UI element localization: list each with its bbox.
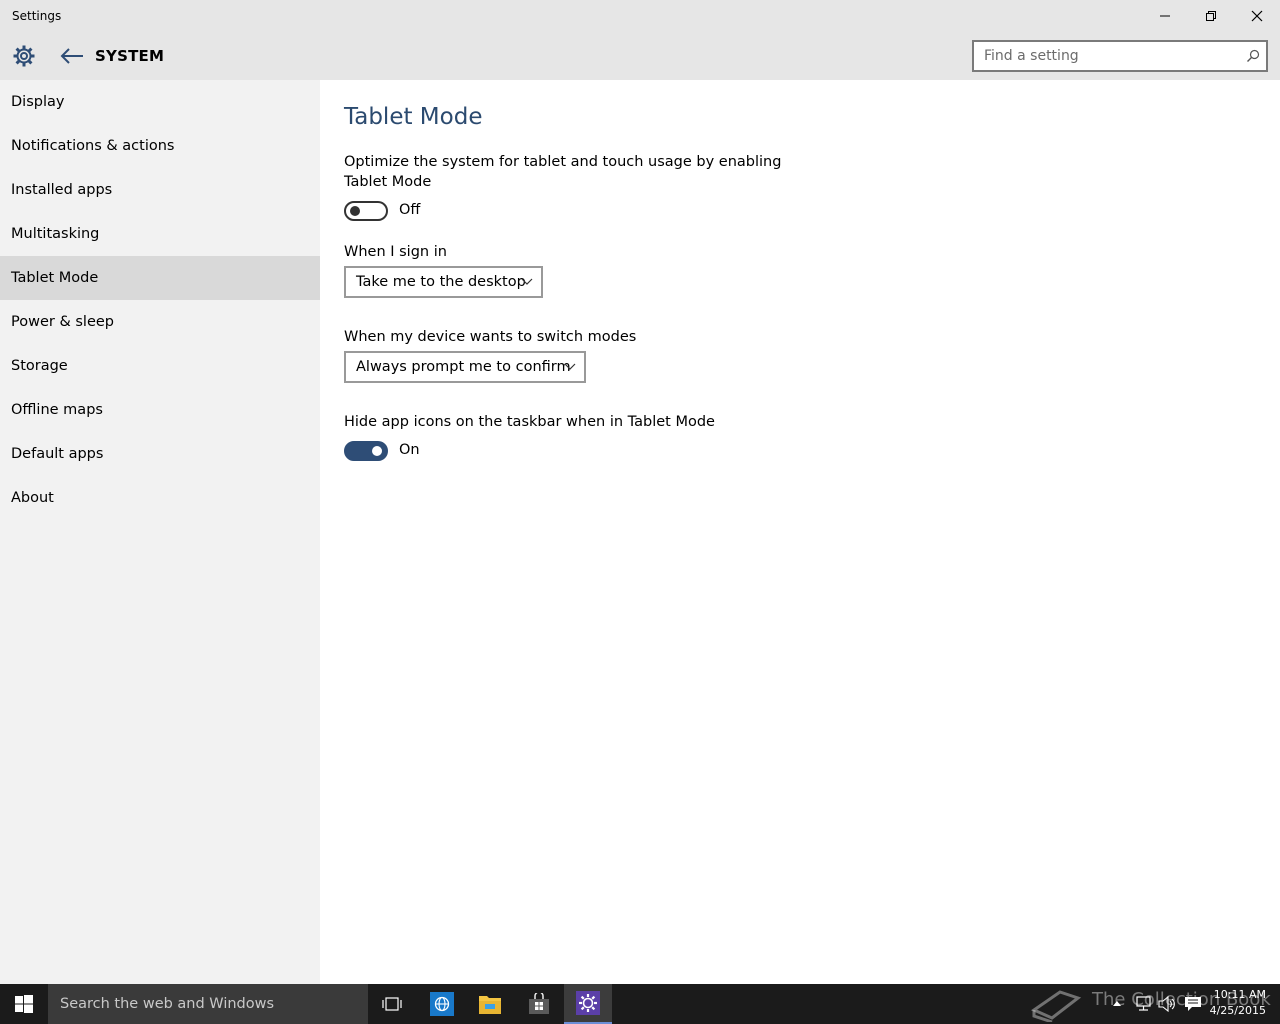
- back-arrow-icon: [60, 48, 83, 64]
- toggle-knob: [372, 446, 382, 456]
- browser-icon: [430, 992, 454, 1016]
- taskbar-settings[interactable]: [564, 984, 612, 1024]
- taskbar: Search the web and Windows The Collectio…: [0, 984, 1280, 1024]
- window-title: Settings: [12, 9, 62, 23]
- watermark-book-logo: [1030, 990, 1082, 1022]
- sign-in-label: When I sign in: [344, 244, 447, 260]
- tablet-mode-toggle[interactable]: [344, 201, 388, 221]
- switch-modes-label: When my device wants to switch modes: [344, 329, 637, 345]
- gear-icon: [13, 45, 35, 67]
- switch-modes-dropdown-value: Always prompt me to confirm: [356, 359, 571, 375]
- sidebar-item-display[interactable]: Display: [0, 80, 320, 124]
- task-view-button[interactable]: [368, 984, 416, 1024]
- taskbar-search-box[interactable]: Search the web and Windows: [48, 984, 368, 1024]
- title-bar: Settings: [0, 0, 1280, 32]
- switch-modes-dropdown[interactable]: Always prompt me to confirm: [344, 351, 586, 383]
- tablet-mode-description: Optimize the system for tablet and touch…: [344, 154, 782, 190]
- task-view-icon: [382, 997, 402, 1011]
- close-button[interactable]: [1234, 0, 1280, 32]
- sidebar-item-label: About: [11, 490, 54, 506]
- section-title: SYSTEM: [95, 47, 165, 65]
- sidebar: Display Notifications & actions Installe…: [0, 80, 320, 984]
- sidebar-item-default-apps[interactable]: Default apps: [0, 432, 320, 476]
- settings-home-button[interactable]: [8, 40, 40, 72]
- search-icon[interactable]: [1246, 49, 1260, 63]
- sidebar-item-label: Display: [11, 94, 65, 110]
- sidebar-item-label: Notifications & actions: [11, 138, 175, 154]
- taskbar-file-explorer[interactable]: [466, 984, 514, 1024]
- windows-logo-icon: [15, 995, 33, 1013]
- taskbar-store[interactable]: [515, 984, 563, 1024]
- toggle-knob: [350, 206, 360, 216]
- clock-date: 4/25/2015: [1209, 1004, 1266, 1017]
- store-icon: [529, 993, 549, 1014]
- sidebar-item-offline-maps[interactable]: Offline maps: [0, 388, 320, 432]
- sidebar-item-label: Multitasking: [11, 226, 100, 242]
- sidebar-item-label: Installed apps: [11, 182, 113, 198]
- sidebar-item-label: Offline maps: [11, 402, 103, 418]
- sidebar-item-label: Storage: [11, 358, 68, 374]
- sidebar-item-storage[interactable]: Storage: [0, 344, 320, 388]
- taskbar-browser[interactable]: [418, 984, 466, 1024]
- chevron-down-icon: [564, 363, 576, 370]
- folder-icon: [479, 996, 501, 1014]
- sidebar-item-multitasking[interactable]: Multitasking: [0, 212, 320, 256]
- start-button[interactable]: [0, 984, 48, 1024]
- hide-icons-toggle[interactable]: [344, 441, 388, 461]
- close-icon: [1251, 10, 1263, 22]
- app-header: SYSTEM: [0, 32, 1280, 80]
- sidebar-item-label: Tablet Mode: [11, 270, 99, 286]
- search-input[interactable]: [974, 42, 1234, 70]
- restore-button[interactable]: [1188, 0, 1234, 32]
- hide-icons-label: Hide app icons on the taskbar when in Ta…: [344, 414, 715, 430]
- minimize-button[interactable]: [1142, 0, 1188, 32]
- sidebar-item-about[interactable]: About: [0, 476, 320, 520]
- taskbar-clock[interactable]: 10:11 AM 4/25/2015: [1206, 987, 1266, 1019]
- tablet-mode-toggle-state: Off: [399, 202, 421, 218]
- sign-in-dropdown[interactable]: Take me to the desktop: [344, 266, 543, 298]
- sidebar-item-tablet-mode[interactable]: Tablet Mode: [0, 256, 320, 300]
- chevron-down-icon: [521, 278, 533, 285]
- restore-icon: [1206, 11, 1216, 21]
- back-button[interactable]: [56, 40, 88, 72]
- sign-in-dropdown-value: Take me to the desktop: [356, 274, 526, 290]
- minimize-icon: [1160, 15, 1170, 17]
- network-icon[interactable]: [1134, 996, 1152, 1012]
- hide-icons-toggle-state: On: [399, 442, 420, 458]
- show-hidden-icons-icon[interactable]: [1112, 999, 1122, 1007]
- taskbar-search-placeholder: Search the web and Windows: [60, 996, 275, 1012]
- volume-icon[interactable]: [1158, 996, 1176, 1012]
- sidebar-item-label: Default apps: [11, 446, 104, 462]
- sidebar-item-power-sleep[interactable]: Power & sleep: [0, 300, 320, 344]
- sidebar-item-notifications[interactable]: Notifications & actions: [0, 124, 320, 168]
- action-center-icon[interactable]: [1184, 996, 1202, 1012]
- clock-time: 10:11 AM: [1213, 988, 1266, 1001]
- sidebar-item-label: Power & sleep: [11, 314, 114, 330]
- sidebar-item-installed-apps[interactable]: Installed apps: [0, 168, 320, 212]
- main-content: Tablet Mode Optimize the system for tabl…: [320, 80, 1280, 984]
- settings-gear-icon: [576, 991, 600, 1015]
- settings-search-box[interactable]: [972, 40, 1268, 72]
- page-title: Tablet Mode: [344, 104, 483, 130]
